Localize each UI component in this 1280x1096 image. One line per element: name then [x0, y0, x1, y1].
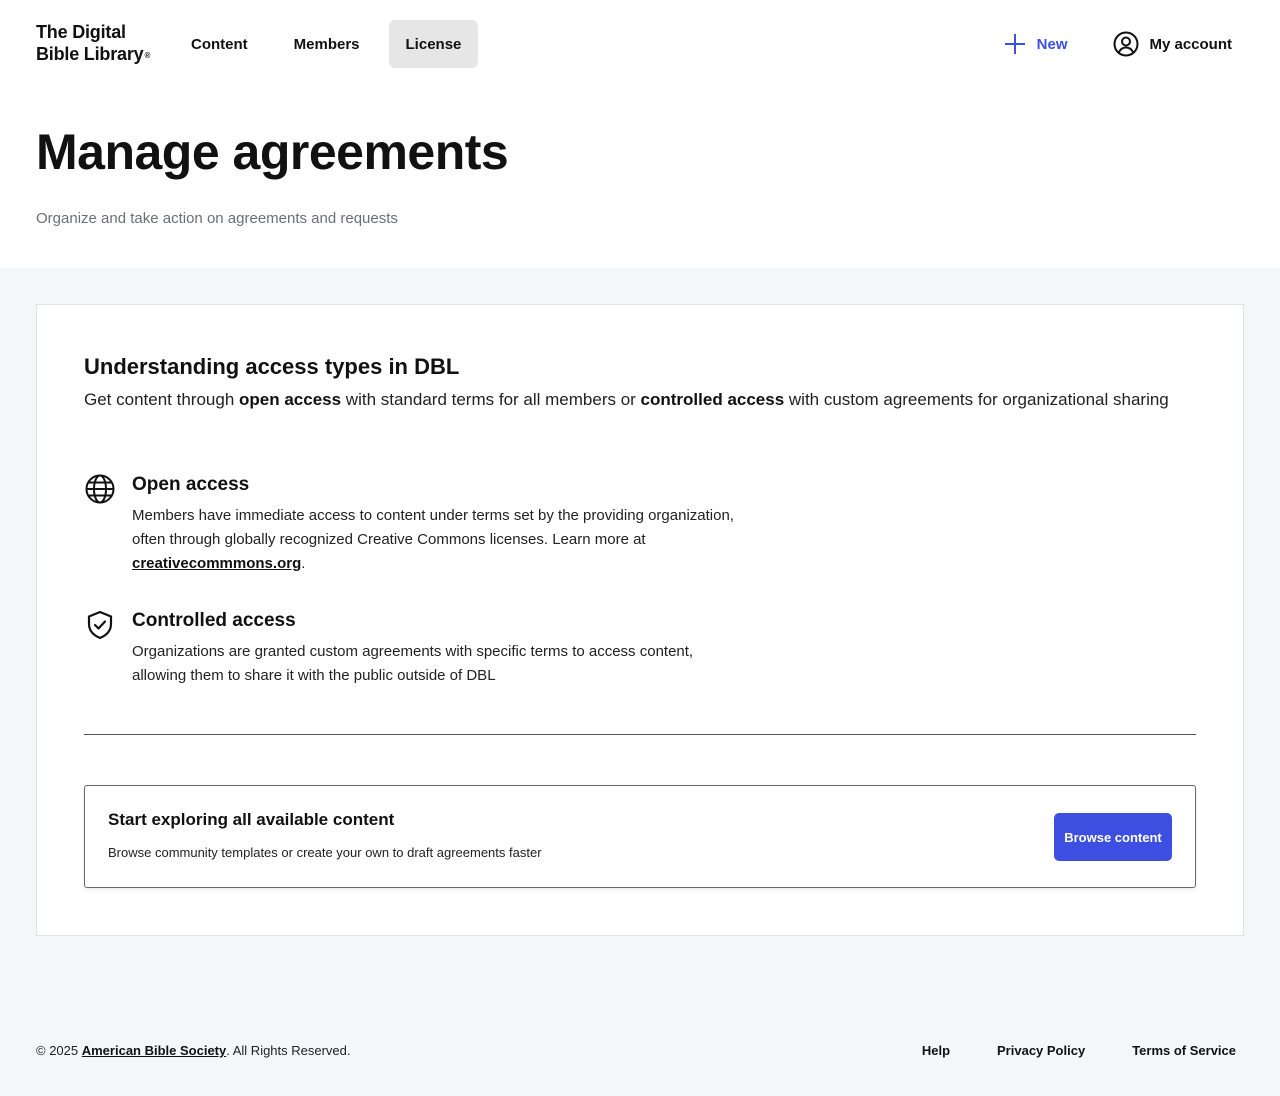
intro-text-2: with standard terms for all members or: [341, 390, 641, 409]
page-subtitle: Organize and take action on agreements a…: [36, 210, 398, 227]
open-access-title: Open access: [132, 474, 250, 495]
copyright: © 2025 American Bible Society. All Right…: [36, 1043, 351, 1058]
explore-title: Start exploring all available content: [108, 810, 395, 829]
intro-text-3: with custom agreements for organizationa…: [784, 390, 1169, 409]
my-account-button[interactable]: My account: [1113, 31, 1232, 57]
copyright-suffix: . All Rights Reserved.: [226, 1043, 351, 1058]
plus-icon: [1004, 34, 1025, 54]
open-access-text-end: .: [301, 555, 306, 572]
nav-license[interactable]: License: [388, 20, 479, 68]
access-types-card: Understanding access types in DBL Get co…: [36, 304, 1244, 936]
header: The Digital Bible Library® Content Membe…: [0, 0, 1280, 88]
main-nav: Content Members License: [174, 20, 490, 68]
footer: © 2025 American Bible Society. All Right…: [36, 1043, 1236, 1063]
logo[interactable]: The Digital Bible Library®: [36, 21, 150, 65]
controlled-access-section: Controlled access Organizations are gran…: [84, 609, 784, 699]
american-bible-society-link[interactable]: American Bible Society: [82, 1043, 227, 1058]
user-circle-icon: [1113, 31, 1139, 57]
page-title: Manage agreements: [36, 124, 509, 180]
footer-privacy-link[interactable]: Privacy Policy: [997, 1043, 1085, 1058]
intro-controlled-access: controlled access: [640, 390, 785, 409]
open-access-text: Members have immediate access to content…: [132, 507, 734, 548]
logo-line-2-text: Bible Library: [36, 44, 144, 64]
creative-commons-link[interactable]: creativecommmons.org: [132, 555, 301, 572]
open-access-section: Open access Members have immediate acces…: [84, 473, 784, 583]
divider: [84, 734, 1196, 735]
copyright-prefix: © 2025: [36, 1043, 82, 1058]
explore-description: Browse community templates or create you…: [108, 845, 542, 860]
my-account-label: My account: [1149, 35, 1232, 53]
browse-content-button[interactable]: Browse content: [1054, 813, 1172, 861]
controlled-access-description: Organizations are granted custom agreeme…: [132, 643, 694, 684]
footer-links: Help Privacy Policy Terms of Service: [875, 1043, 1236, 1058]
intro-open-access: open access: [239, 390, 342, 409]
nav-content[interactable]: Content: [174, 20, 265, 68]
footer-terms-link[interactable]: Terms of Service: [1132, 1043, 1236, 1058]
header-actions: New My account: [1003, 20, 1232, 68]
top-section: The Digital Bible Library® Content Membe…: [0, 0, 1280, 268]
card-heading: Understanding access types in DBL: [84, 354, 460, 379]
registered-mark: ®: [144, 51, 151, 60]
logo-line-2: Bible Library®: [36, 43, 150, 65]
footer-help-link[interactable]: Help: [922, 1043, 950, 1058]
card-intro: Get content through open access with sta…: [84, 387, 1184, 413]
globe-icon: [85, 474, 115, 504]
open-access-description: Members have immediate access to content…: [132, 504, 742, 576]
controlled-access-title: Controlled access: [132, 610, 296, 631]
explore-content-panel: Start exploring all available content Br…: [84, 785, 1196, 888]
new-button[interactable]: New: [1003, 32, 1068, 56]
shield-check-icon: [87, 610, 113, 640]
intro-text-1: Get content through: [84, 390, 239, 409]
nav-members[interactable]: Members: [277, 20, 377, 68]
logo-line-1: The Digital: [36, 22, 126, 42]
new-button-label: New: [1036, 35, 1068, 53]
